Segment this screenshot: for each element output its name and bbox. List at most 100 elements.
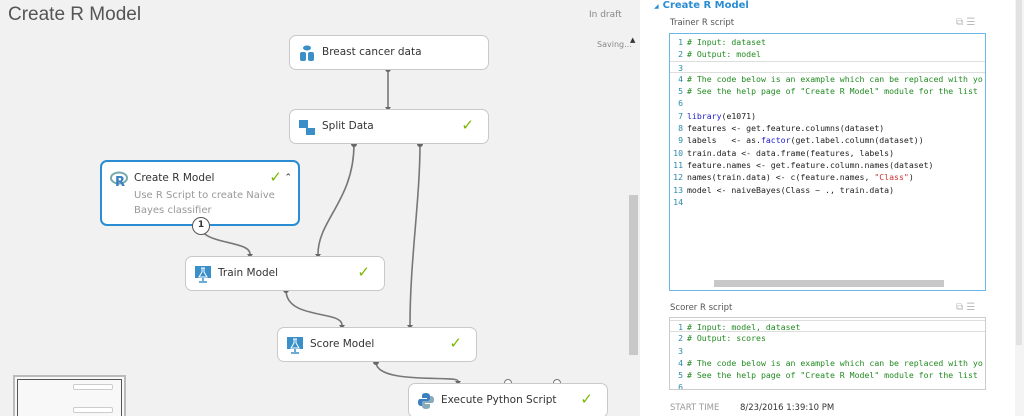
line-number: 4 [678, 73, 683, 84]
trainer-script-label: Trainer R script [670, 18, 735, 28]
code-line[interactable]: 10 train.data <- data.frame(features, lab… [670, 147, 985, 159]
line-number: 10 [673, 147, 683, 158]
line-number: 14 [673, 196, 683, 207]
edge-score-python [375, 361, 459, 382]
line-number: 6 [678, 382, 683, 390]
code-line[interactable]: 6 [670, 97, 985, 109]
code-line[interactable]: 4 # The code below is an example which ca… [670, 357, 985, 369]
line-number: 8 [678, 123, 683, 134]
code-line[interactable]: 5 # See the help page of "Create R Model"… [670, 85, 985, 97]
success-check-icon: ✓ [357, 263, 370, 281]
code-line[interactable]: 12 names(train.data) <- c(feature.names, … [670, 171, 985, 183]
menu-icon[interactable]: ☰ [966, 302, 975, 313]
code-token: (get.label.column(dataset)) [790, 135, 924, 146]
line-number: 2 [678, 49, 683, 60]
code-token: library [687, 110, 722, 121]
split-data-icon [299, 120, 315, 135]
panel-scrollbar-thumb[interactable] [1016, 0, 1022, 345]
line-number: 13 [673, 184, 683, 195]
node-description: Use R Script to create Naive Bayes class… [134, 190, 275, 216]
line-number: 1 [678, 37, 683, 47]
code-token: # See the help page of "Create R Model" … [687, 370, 978, 381]
edge-split-train [317, 143, 355, 255]
svg-text:R: R [115, 175, 125, 188]
code-line[interactable]: 4 # The code below is an example which ca… [670, 73, 985, 85]
code-token: model <- naiveBayes(Class ~ ., train.dat… [687, 184, 895, 195]
start-time-value: 8/23/2016 1:39:10 PM [740, 403, 835, 413]
panel-section-header[interactable]: ◢ Create R Model [654, 0, 749, 11]
code-line[interactable]: 11 feature.names <- get.feature.column.na… [670, 159, 985, 171]
scorer-script-label: Scorer R script [670, 303, 733, 313]
line-number: 4 [678, 357, 683, 368]
menu-icon[interactable]: ☰ [966, 17, 975, 28]
code-token: # Input: dataset [687, 37, 766, 47]
code-token: factor [760, 135, 791, 146]
node-execute-python-script[interactable]: Execute Python Script ✓ [408, 383, 608, 416]
score-model-icon [287, 337, 303, 354]
code-token: (e1071) [721, 110, 757, 121]
output-port-badge[interactable]: 1 [192, 217, 210, 235]
code-token: # Output: model [687, 49, 761, 60]
code-line[interactable]: 1 # Input: dataset [670, 36, 985, 48]
success-check-icon: ✓ [580, 390, 593, 408]
line-number: 12 [673, 172, 683, 183]
code-line[interactable]: 1 # Input: model, dataset [670, 320, 985, 333]
code-token: # See the help page of "Create R Model" … [687, 86, 978, 97]
minimap[interactable] [13, 375, 126, 416]
properties-panel: ◢ Create R Model Trainer R script ⧉ ☰ 1 # … [640, 0, 1024, 416]
success-check-icon: ✓ [449, 334, 462, 352]
edge-split-score [409, 143, 421, 326]
collapse-triangle-icon: ◢ [654, 3, 659, 10]
node-split-data[interactable]: Split Data ✓ [289, 109, 489, 144]
code-token: names(train.data) <- c(feature.names, [687, 172, 875, 183]
node-create-r-model[interactable]: R Create R Model Use R Script to create … [100, 160, 300, 235]
code-token: "Class" [874, 172, 909, 183]
code-line[interactable]: 9 labels <- as.factor(get.label.column(da… [670, 134, 985, 146]
code-line[interactable]: 14 [670, 196, 985, 208]
success-check-icon: ✓ [269, 168, 282, 186]
code-line[interactable]: 2 # Output: scores [670, 332, 985, 344]
code-token: ) [908, 172, 914, 183]
panel-scrollbar[interactable] [1015, 0, 1024, 416]
line-number: 11 [673, 159, 683, 170]
edge-train-score [285, 289, 343, 326]
line-number: 3 [678, 345, 683, 356]
collapse-chevron-icon[interactable]: ⌃ [284, 173, 292, 183]
success-check-icon: ✓ [461, 116, 474, 134]
code-token: # Input: model, dataset [687, 322, 801, 332]
line-number: 6 [678, 98, 683, 109]
line-number: 5 [678, 86, 683, 97]
python-icon [418, 393, 434, 409]
code-token: train.data <- data.frame(features, label… [687, 147, 895, 158]
code-line[interactable]: 2 # Output: model [670, 48, 985, 60]
code-token: labels <- as. [687, 135, 761, 146]
popout-icon[interactable]: ⧉ [956, 17, 963, 28]
scorer-script-editor[interactable]: 1 # Input: model, dataset 2 # Output: score… [669, 317, 986, 390]
minimap-viewport[interactable] [17, 379, 122, 416]
line-number: 5 [678, 370, 683, 381]
code-line[interactable]: 6 [670, 381, 985, 390]
code-token: # Output: scores [687, 333, 766, 344]
code-line[interactable]: 13 model <- naiveBayes(Class ~ ., train.d… [670, 184, 985, 196]
node-score-model[interactable]: Score Model ✓ [277, 327, 477, 362]
code-line[interactable]: 3 [670, 345, 985, 357]
line-number: 7 [678, 110, 683, 121]
editor-horizontal-scrollbar[interactable] [714, 280, 944, 287]
start-time-label: START TIME [670, 403, 720, 413]
node-train-model[interactable]: Train Model ✓ [185, 256, 385, 291]
trainer-script-editor[interactable]: 1 # Input: dataset 2 # Output: model 3 4 # The… [669, 33, 986, 291]
code-line[interactable]: 8 features <- get.feature.columns(dataset… [670, 122, 985, 134]
experiment-canvas[interactable]: Create R Model In draft Saving... ▲ Brea… [0, 0, 640, 416]
code-token: features <- get.feature.columns(dataset) [687, 123, 885, 134]
code-line[interactable]: 5 # See the help page of "Create R Model"… [670, 369, 985, 381]
code-line[interactable]: 3 [670, 60, 985, 73]
code-line[interactable]: 7 library(e1071) [670, 110, 985, 122]
code-token: # The code below is an example which can… [687, 357, 983, 368]
code-token: # The code below is an example which can… [687, 73, 983, 84]
popout-icon[interactable]: ⧉ [956, 302, 963, 313]
code-token: feature.names <- get.feature.column.name… [687, 159, 934, 170]
dataset-icon [300, 45, 314, 61]
node-breast-cancer-data[interactable]: Breast cancer data [289, 35, 489, 70]
r-icon: R [110, 171, 128, 188]
line-number: 9 [678, 135, 683, 146]
